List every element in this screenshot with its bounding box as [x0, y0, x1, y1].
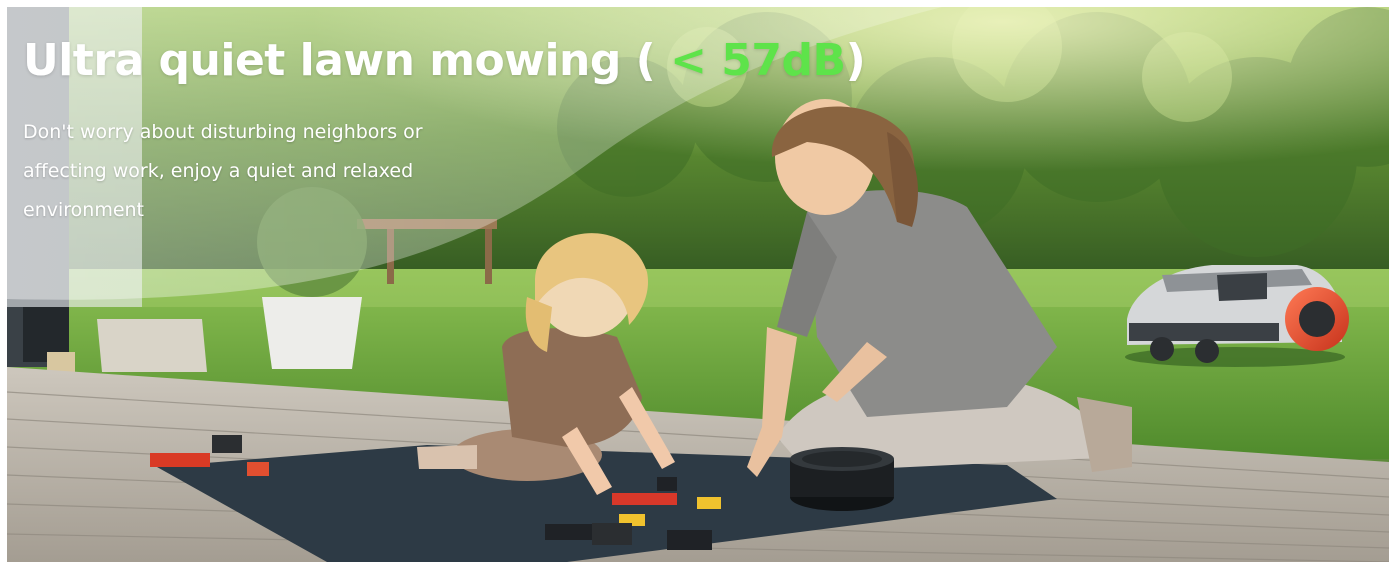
charging-base-icon [790, 447, 894, 511]
description-text: Don't worry about disturbing neighbors o… [23, 121, 423, 221]
headline-prefix: Ultra quiet lawn mowing ( [23, 35, 656, 86]
garden-photo [7, 7, 1389, 562]
hero-banner: Ultra quiet lawn mowing ( < 57dB) Don't … [7, 7, 1389, 562]
headline-noise-level: < 57dB [655, 35, 846, 86]
headline-suffix: ) [845, 35, 866, 86]
headline: Ultra quiet lawn mowing ( < 57dB) [23, 35, 866, 86]
